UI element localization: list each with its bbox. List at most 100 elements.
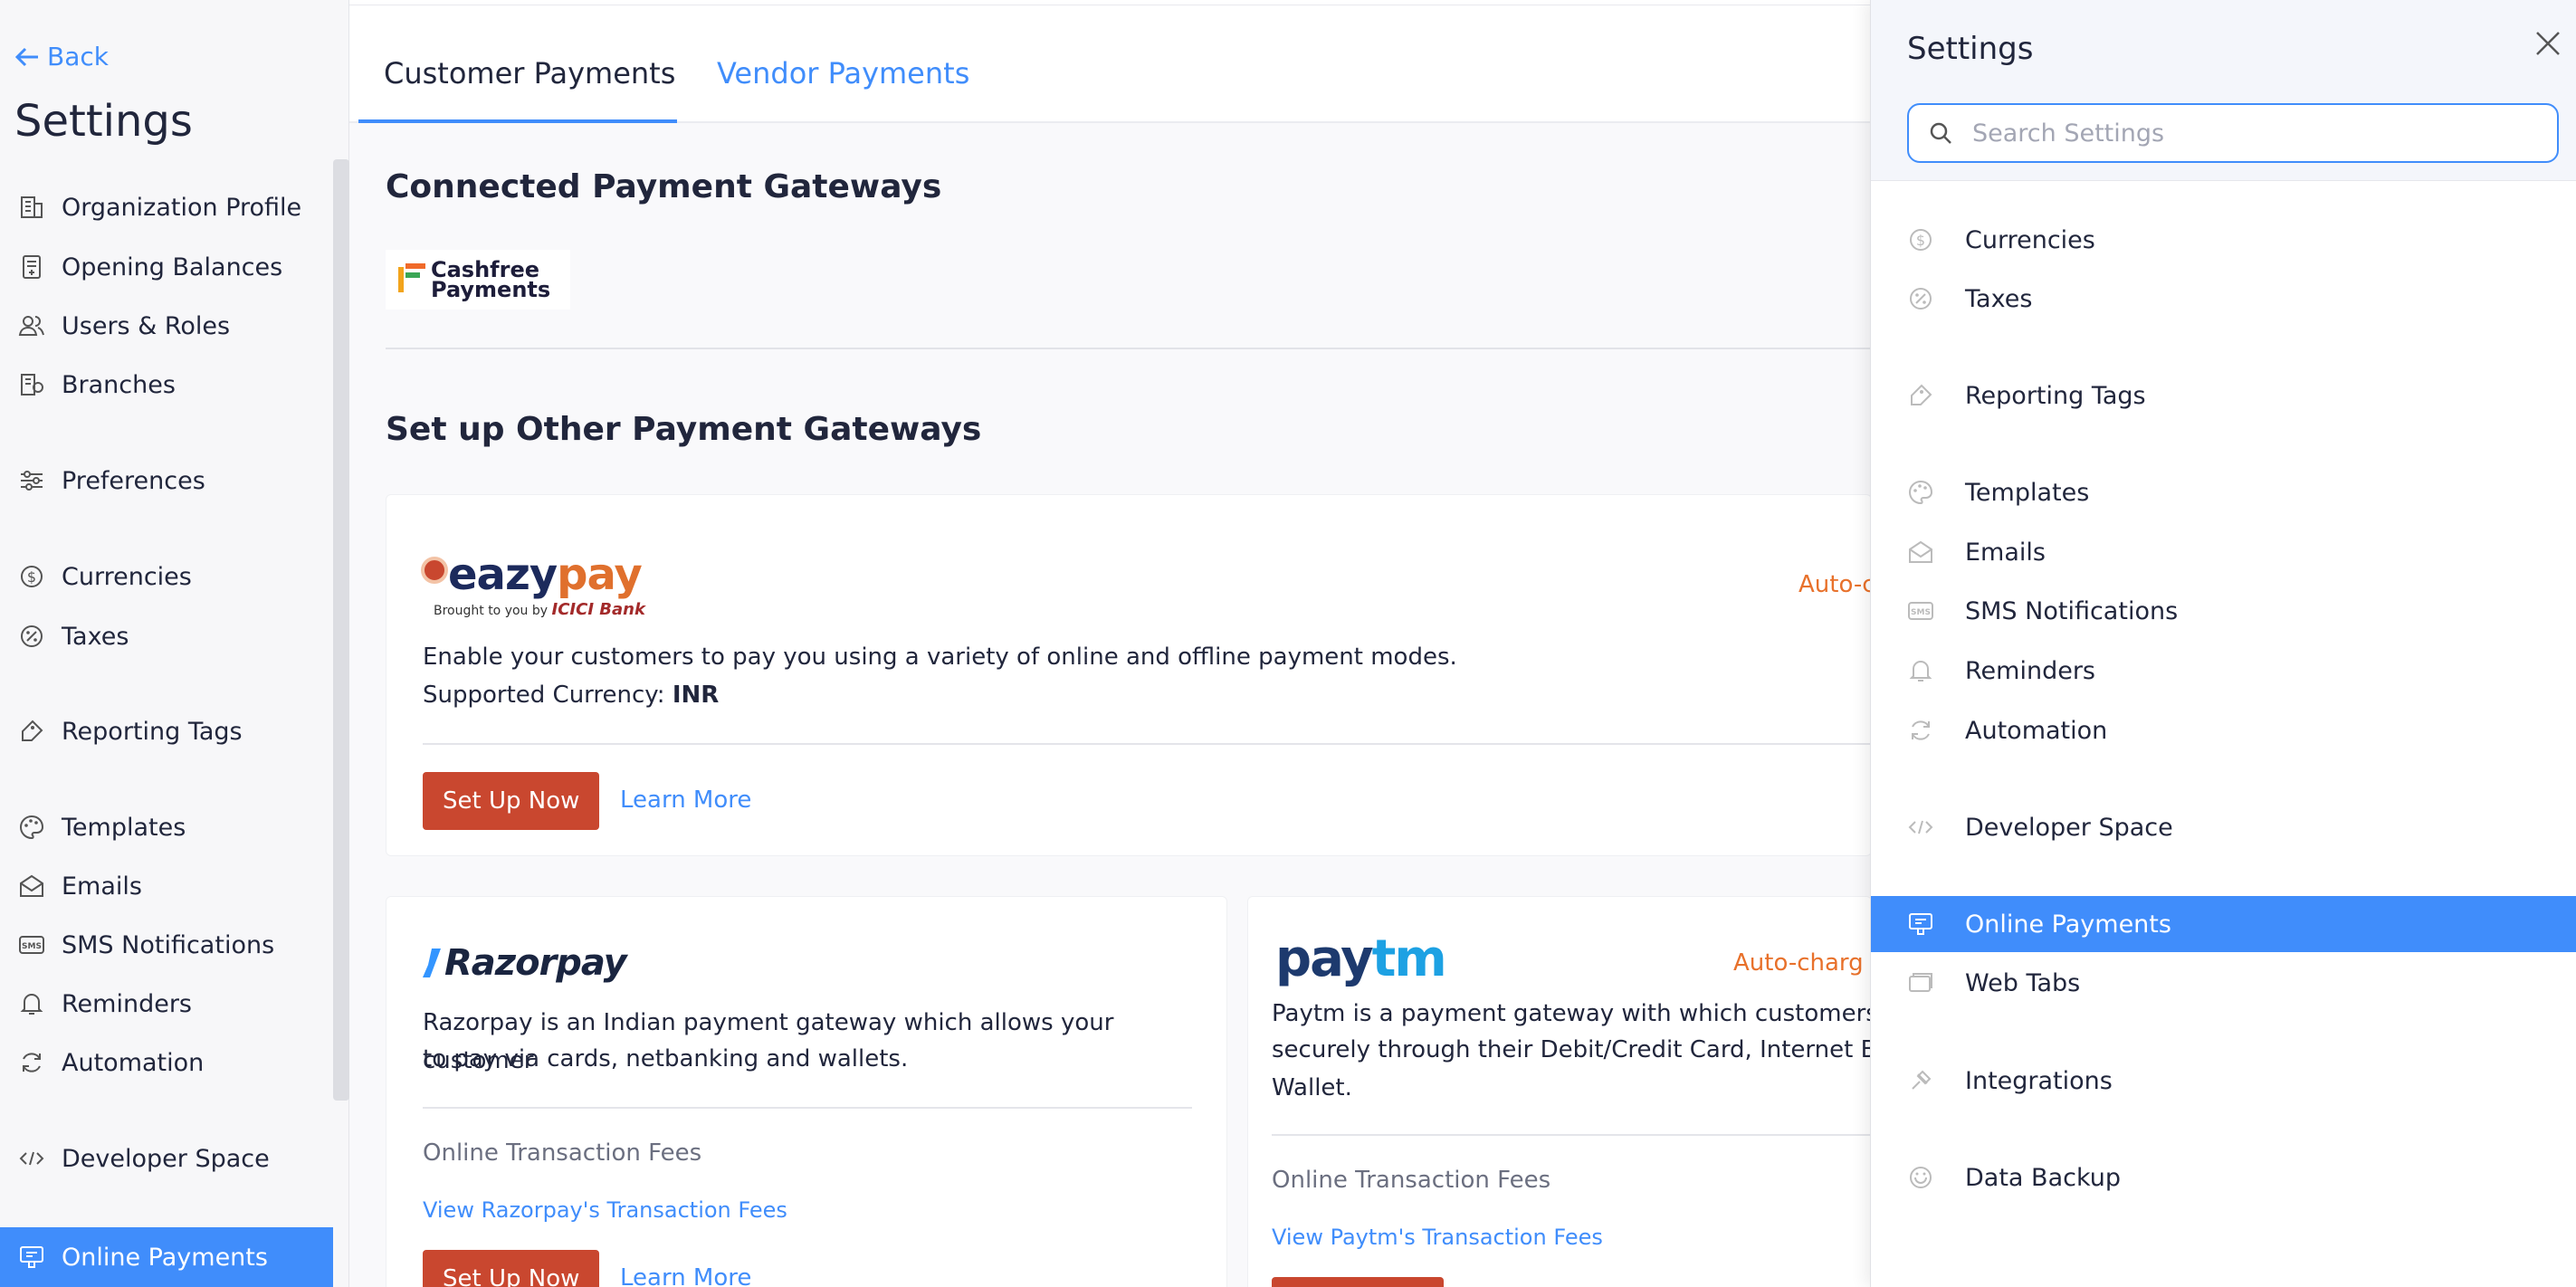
paytm-autocharge-badge: Auto-charg [1733, 949, 1864, 977]
panel-item-label: Automation [1965, 716, 2108, 745]
payment-tabs: Customer Payments Vendor Payments [349, 5, 1872, 123]
cashfree-logo[interactable]: Cashfree Payments [386, 250, 570, 310]
sidebar-item-users-roles[interactable]: Users & Roles [0, 298, 333, 354]
search-input[interactable] [1972, 119, 2533, 148]
sidebar-item-developer-space[interactable]: Developer Space [0, 1130, 333, 1187]
panel-item-label: Web Tabs [1965, 968, 2081, 997]
eazypay-currency: Supported Currency: INR [423, 676, 719, 714]
sidebar-item-label: Automation [62, 1048, 205, 1077]
paytm-logo: paytm [1275, 930, 1447, 988]
sidebar-item-branches[interactable]: Branches [0, 357, 333, 413]
panel-item-online-payments[interactable]: Online Payments [1871, 896, 2576, 952]
paytm-desc-line1: Paytm is a payment gateway with which cu… [1272, 1000, 1899, 1027]
sidebar-item-reporting-tags[interactable]: Reporting Tags [0, 703, 333, 759]
eazypay-learn-more-link[interactable]: Learn More [620, 786, 751, 814]
active-tab-indicator [358, 119, 677, 123]
panel-item-data-backup[interactable]: Data Backup [1871, 1149, 2576, 1206]
left-settings-sidebar: Back Settings Organization Profile Openi… [0, 0, 349, 1287]
location-pin-icon [421, 557, 448, 584]
bell-icon [20, 994, 43, 1015]
paytm-logo-part1: pay [1275, 930, 1374, 988]
sidebar-item-currencies[interactable]: $ Currencies [0, 548, 333, 605]
percent-icon [1910, 288, 1932, 310]
svg-text:SMS: SMS [1911, 608, 1931, 617]
sidebar-item-label: Templates [62, 813, 186, 842]
building-icon [21, 196, 43, 218]
sidebar-item-label: Online Payments [62, 1243, 268, 1272]
sidebar-item-templates[interactable]: Templates [0, 799, 333, 855]
panel-item-web-tabs[interactable]: Web Tabs [1871, 955, 2576, 1011]
card-divider [1272, 1134, 1873, 1136]
sidebar-item-emails[interactable]: Emails [0, 858, 333, 914]
sidebar-scrollbar[interactable] [333, 159, 349, 1101]
sidebar-item-opening-balances[interactable]: Opening Balances [0, 239, 333, 295]
sliders-icon [21, 471, 43, 491]
razorpay-fees-link[interactable]: View Razorpay's Transaction Fees [423, 1197, 787, 1223]
sidebar-item-label: Reporting Tags [62, 717, 243, 746]
eazypay-logo-part1: eazy [448, 549, 558, 600]
code-icon [1908, 820, 1933, 834]
connected-gateways-title: Connected Payment Gateways [386, 168, 942, 205]
razorpay-logo: Razorpay [423, 942, 627, 984]
currency-icon: $ [1910, 229, 1932, 251]
panel-header: Settings [1871, 0, 2576, 181]
sidebar-item-automation[interactable]: Automation [0, 1034, 333, 1091]
close-icon[interactable] [2532, 27, 2564, 60]
eazypay-description: Enable your customers to pay you using a… [423, 644, 1457, 671]
panel-item-sms-notifications[interactable]: SMS SMS Notifications [1871, 583, 2576, 639]
sidebar-item-reminders[interactable]: Reminders [0, 976, 333, 1032]
eazypay-setup-button[interactable]: Set Up Now [423, 772, 600, 830]
panel-item-integrations[interactable]: Integrations [1871, 1053, 2576, 1109]
search-box[interactable] [1907, 103, 2559, 163]
panel-item-automation[interactable]: Automation [1871, 702, 2576, 758]
svg-text:SMS: SMS [22, 942, 42, 951]
sidebar-item-preferences[interactable]: Preferences [0, 453, 333, 509]
panel-item-emails[interactable]: Emails [1871, 524, 2576, 580]
paytm-logo-part2: tm [1371, 930, 1447, 988]
sidebar-item-sms-notifications[interactable]: SMS SMS Notifications [0, 917, 333, 973]
sidebar-item-online-payments[interactable]: Online Payments [0, 1227, 333, 1287]
razorpay-card: Razorpay Razorpay is an Indian payment g… [386, 896, 1227, 1287]
paytm-setup-button[interactable] [1272, 1277, 1444, 1287]
tab-vendor-payments[interactable]: Vendor Payments [717, 56, 969, 91]
eazypay-logo-part2: pay [557, 549, 643, 600]
sidebar-item-taxes[interactable]: Taxes [0, 608, 333, 664]
bell-icon [1909, 661, 1932, 682]
panel-title: Settings [1907, 31, 2034, 67]
tab-customer-payments[interactable]: Customer Payments [384, 56, 675, 91]
razorpay-setup-button[interactable]: Set Up Now [423, 1250, 600, 1287]
currency-value: INR [672, 682, 720, 709]
sidebar-item-label: Preferences [62, 466, 205, 495]
ledger-icon [23, 255, 41, 279]
back-label: Back [47, 42, 109, 72]
sidebar-item-label: Branches [62, 370, 176, 399]
arrow-left-icon [14, 47, 38, 66]
panel-item-label: Data Backup [1965, 1163, 2122, 1192]
main-content: Customer Payments Vendor Payments Connec… [349, 0, 1929, 1287]
back-link[interactable]: Back [14, 42, 109, 72]
panel-item-currencies[interactable]: $ Currencies [1871, 212, 2576, 268]
panel-item-taxes[interactable]: Taxes [1871, 271, 2576, 327]
sidebar-item-label: Emails [62, 872, 142, 901]
sidebar-item-label: Opening Balances [62, 253, 283, 281]
palette-icon [1909, 480, 1933, 505]
sidebar-item-label: Taxes [62, 622, 129, 651]
sidebar-item-label: SMS Notifications [62, 930, 275, 959]
razorpay-learn-more-link[interactable]: Learn More [620, 1264, 751, 1287]
paytm-desc-line2: securely through their Debit/Credit Card… [1272, 1036, 1892, 1063]
panel-item-reporting-tags[interactable]: Reporting Tags [1871, 367, 2576, 424]
panel-item-reminders[interactable]: Reminders [1871, 643, 2576, 699]
panel-item-label: Reminders [1965, 656, 2095, 685]
panel-item-label: Developer Space [1965, 813, 2173, 842]
mail-icon [20, 874, 43, 897]
razorpay-fees-label: Online Transaction Fees [423, 1139, 702, 1167]
paytm-fees-link[interactable]: View Paytm's Transaction Fees [1272, 1225, 1603, 1250]
sidebar-item-organization-profile[interactable]: Organization Profile [0, 179, 333, 235]
panel-item-label: Integrations [1965, 1066, 2113, 1095]
sms-icon: SMS [19, 936, 44, 954]
eazypay-logo-sub: Brought to you by [434, 604, 549, 618]
paytm-desc-line3: Wallet. [1272, 1074, 1352, 1101]
panel-item-templates[interactable]: Templates [1871, 464, 2576, 520]
panel-item-developer-space[interactable]: Developer Space [1871, 799, 2576, 855]
sidebar-item-label: Reminders [62, 989, 192, 1018]
